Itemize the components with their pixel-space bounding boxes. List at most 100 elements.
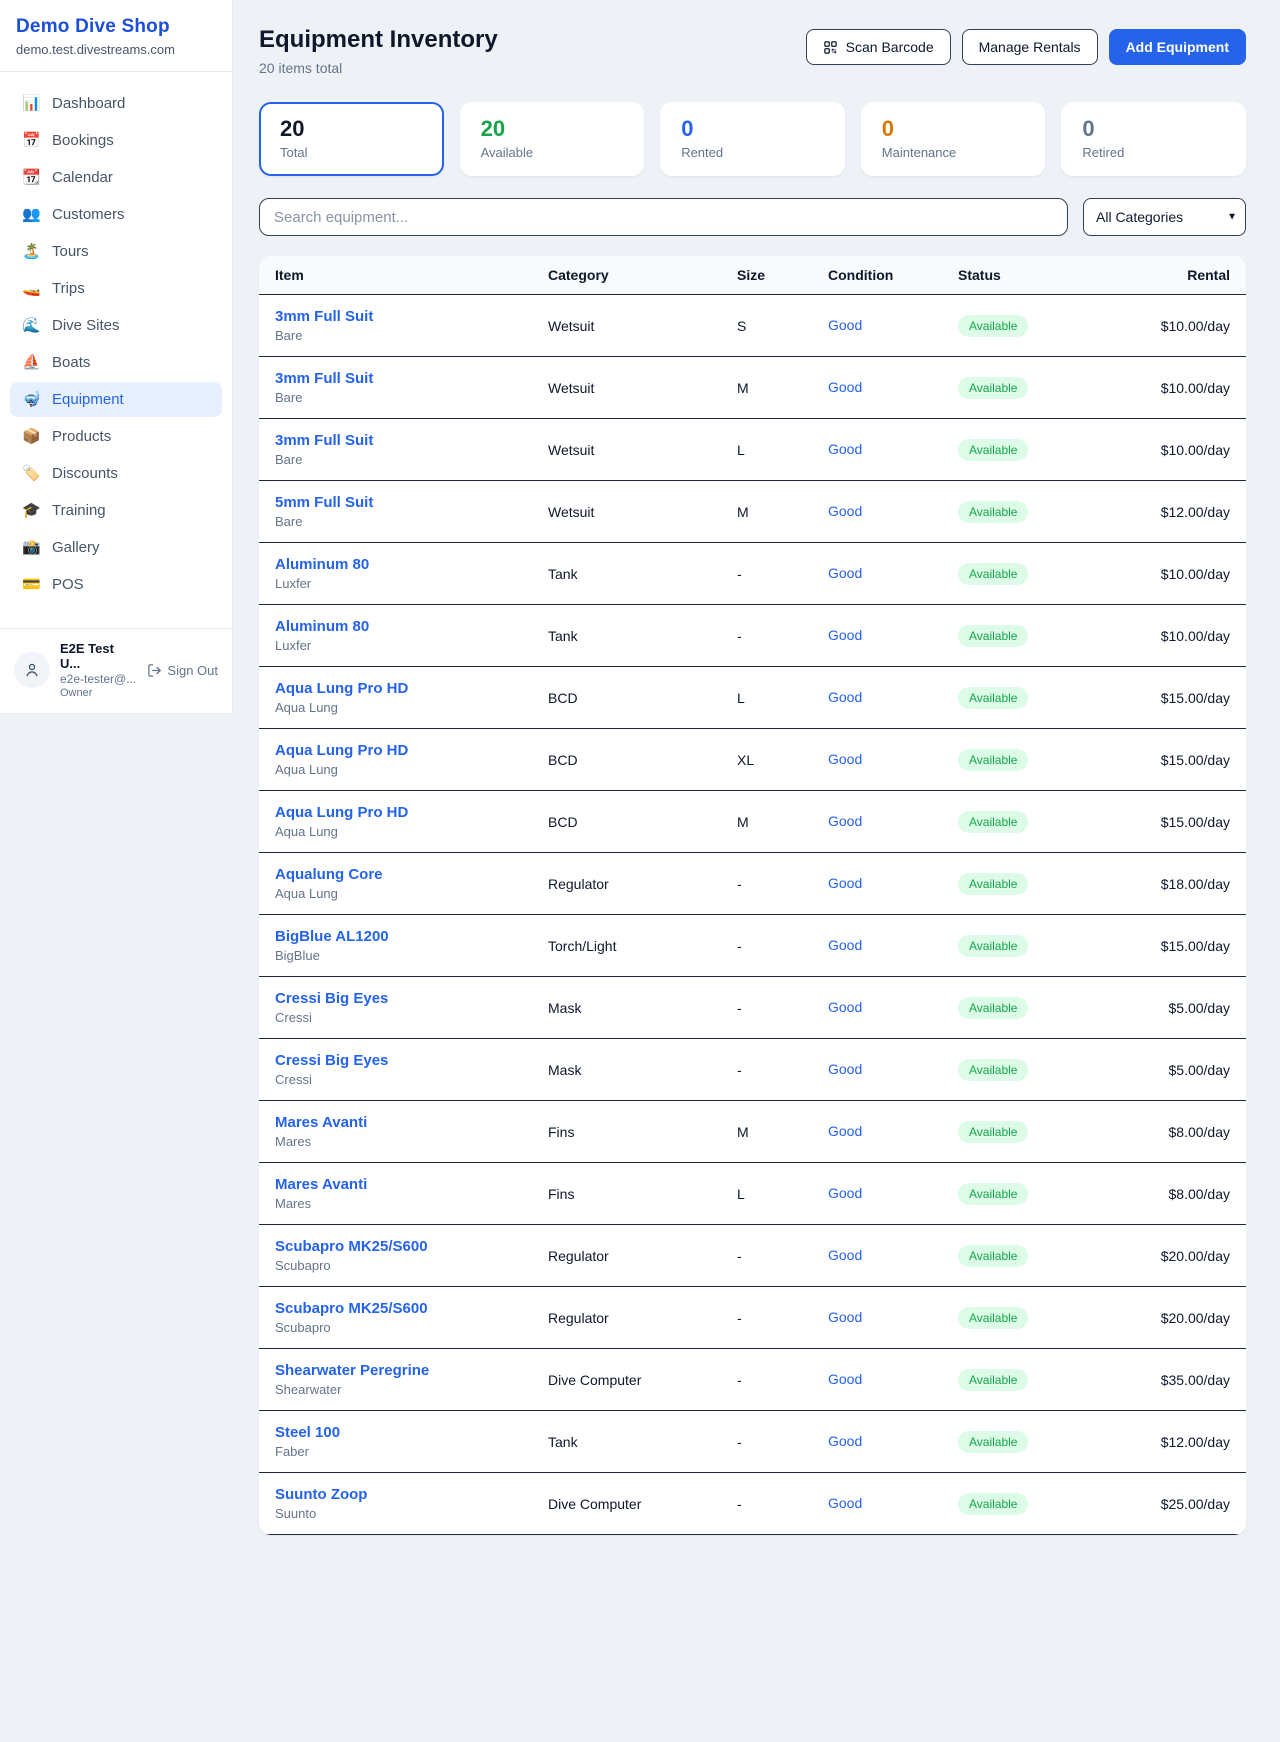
col-header-category: Category	[532, 256, 721, 295]
condition-link[interactable]: Good	[828, 1309, 862, 1325]
stat-card[interactable]: 0 Maintenance	[861, 102, 1046, 176]
size-cell: -	[721, 1039, 812, 1101]
condition-link[interactable]: Good	[828, 627, 862, 643]
condition-link[interactable]: Good	[828, 379, 862, 395]
sidebar-item-training[interactable]: 🎓 Training	[10, 493, 222, 528]
status-badge: Available	[958, 1431, 1028, 1453]
brand-domain: demo.test.divestreams.com	[16, 42, 216, 57]
condition-link[interactable]: Good	[828, 1433, 862, 1449]
condition-link[interactable]: Good	[828, 441, 862, 457]
item-link[interactable]: Scubapro MK25/S600	[275, 1238, 516, 1255]
condition-link[interactable]: Good	[828, 1123, 862, 1139]
sidebar-item-calendar[interactable]: 📆 Calendar	[10, 160, 222, 195]
condition-link[interactable]: Good	[828, 1185, 862, 1201]
stat-card[interactable]: 20 Available	[460, 102, 645, 176]
item-brand: Scubapro	[275, 1258, 516, 1273]
search-input[interactable]	[259, 198, 1068, 236]
item-link[interactable]: Scubapro MK25/S600	[275, 1300, 516, 1317]
sidebar-item-boats[interactable]: ⛵ Boats	[10, 345, 222, 380]
condition-link[interactable]: Good	[828, 1247, 862, 1263]
item-link[interactable]: Aqualung Core	[275, 866, 516, 883]
category-filter-select[interactable]: All Categories	[1083, 198, 1246, 236]
condition-link[interactable]: Good	[828, 689, 862, 705]
item-link[interactable]: BigBlue AL1200	[275, 928, 516, 945]
condition-cell: Good	[812, 419, 942, 481]
rental-cell: $15.00/day	[1092, 791, 1246, 853]
item-link[interactable]: Aqua Lung Pro HD	[275, 804, 516, 821]
size-cell: -	[721, 1473, 812, 1535]
item-link[interactable]: Aqua Lung Pro HD	[275, 742, 516, 759]
item-cell: BigBlue AL1200 BigBlue	[259, 915, 532, 977]
condition-link[interactable]: Good	[828, 751, 862, 767]
sidebar-item-products[interactable]: 📦 Products	[10, 419, 222, 454]
stats-row: 20 Total 20 Available 0 Rented 0 Mainten…	[259, 102, 1246, 176]
rental-cell: $12.00/day	[1092, 1411, 1246, 1473]
item-link[interactable]: Mares Avanti	[275, 1114, 516, 1131]
sidebar-item-gallery[interactable]: 📸 Gallery	[10, 530, 222, 565]
item-link[interactable]: Mares Avanti	[275, 1176, 516, 1193]
sidebar-item-tours[interactable]: 🏝️ Tours	[10, 234, 222, 269]
rental-cell: $8.00/day	[1092, 1163, 1246, 1225]
sidebar-item-bookings[interactable]: 📅 Bookings	[10, 123, 222, 158]
item-link[interactable]: 5mm Full Suit	[275, 494, 516, 511]
pos-icon: 💳	[22, 577, 40, 592]
item-link[interactable]: Suunto Zoop	[275, 1486, 516, 1503]
item-link[interactable]: Aluminum 80	[275, 618, 516, 635]
item-link[interactable]: 3mm Full Suit	[275, 370, 516, 387]
item-cell: Shearwater Peregrine Shearwater	[259, 1349, 532, 1411]
condition-link[interactable]: Good	[828, 813, 862, 829]
item-link[interactable]: 3mm Full Suit	[275, 432, 516, 449]
sidebar-item-dashboard[interactable]: 📊 Dashboard	[10, 86, 222, 121]
avatar	[14, 652, 50, 688]
condition-link[interactable]: Good	[828, 317, 862, 333]
category-cell: Wetsuit	[532, 481, 721, 543]
add-equipment-button[interactable]: Add Equipment	[1109, 29, 1246, 65]
rental-cell: $5.00/day	[1092, 977, 1246, 1039]
table-row: Aqua Lung Pro HD Aqua Lung BCD XL Good A…	[259, 729, 1246, 791]
user-name: E2E Test U...	[60, 641, 137, 671]
manage-rentals-button[interactable]: Manage Rentals	[962, 29, 1098, 65]
size-cell: M	[721, 1101, 812, 1163]
scan-barcode-button[interactable]: Scan Barcode	[806, 29, 951, 65]
rental-cell: $15.00/day	[1092, 915, 1246, 977]
stat-card[interactable]: 0 Retired	[1061, 102, 1246, 176]
condition-link[interactable]: Good	[828, 937, 862, 953]
condition-link[interactable]: Good	[828, 1495, 862, 1511]
item-link[interactable]: Aluminum 80	[275, 556, 516, 573]
sidebar-item-trips[interactable]: 🚤 Trips	[10, 271, 222, 306]
sidebar-item-pos[interactable]: 💳 POS	[10, 567, 222, 602]
item-link[interactable]: Cressi Big Eyes	[275, 1052, 516, 1069]
table-row: Aluminum 80 Luxfer Tank - Good Available…	[259, 605, 1246, 667]
condition-link[interactable]: Good	[828, 875, 862, 891]
condition-cell: Good	[812, 1225, 942, 1287]
status-cell: Available	[942, 791, 1092, 853]
sidebar-item-discounts[interactable]: 🏷️ Discounts	[10, 456, 222, 491]
sidebar-item-equipment[interactable]: 🤿 Equipment	[10, 382, 222, 417]
stat-card[interactable]: 20 Total	[259, 102, 444, 176]
item-link[interactable]: Aqua Lung Pro HD	[275, 680, 516, 697]
stat-card[interactable]: 0 Rented	[660, 102, 845, 176]
condition-link[interactable]: Good	[828, 1061, 862, 1077]
condition-link[interactable]: Good	[828, 999, 862, 1015]
condition-link[interactable]: Good	[828, 503, 862, 519]
equipment-icon: 🤿	[22, 392, 40, 407]
stat-label: Rented	[681, 145, 824, 160]
scan-barcode-label: Scan Barcode	[846, 39, 934, 55]
sidebar-item-dive-sites[interactable]: 🌊 Dive Sites	[10, 308, 222, 343]
page-title: Equipment Inventory	[259, 26, 498, 54]
user-box: E2E Test U... e2e-tester@... Owner Sign …	[0, 628, 232, 713]
status-badge: Available	[958, 501, 1028, 523]
sidebar-item-customers[interactable]: 👥 Customers	[10, 197, 222, 232]
sidebar-item-label: Equipment	[52, 391, 124, 408]
condition-link[interactable]: Good	[828, 1371, 862, 1387]
size-cell: -	[721, 1225, 812, 1287]
item-link[interactable]: Cressi Big Eyes	[275, 990, 516, 1007]
item-link[interactable]: 3mm Full Suit	[275, 308, 516, 325]
item-link[interactable]: Steel 100	[275, 1424, 516, 1441]
col-header-status: Status	[942, 256, 1092, 295]
item-cell: 3mm Full Suit Bare	[259, 295, 532, 357]
status-badge: Available	[958, 1183, 1028, 1205]
condition-link[interactable]: Good	[828, 565, 862, 581]
item-link[interactable]: Shearwater Peregrine	[275, 1362, 516, 1379]
sign-out-button[interactable]: Sign Out	[147, 663, 218, 678]
